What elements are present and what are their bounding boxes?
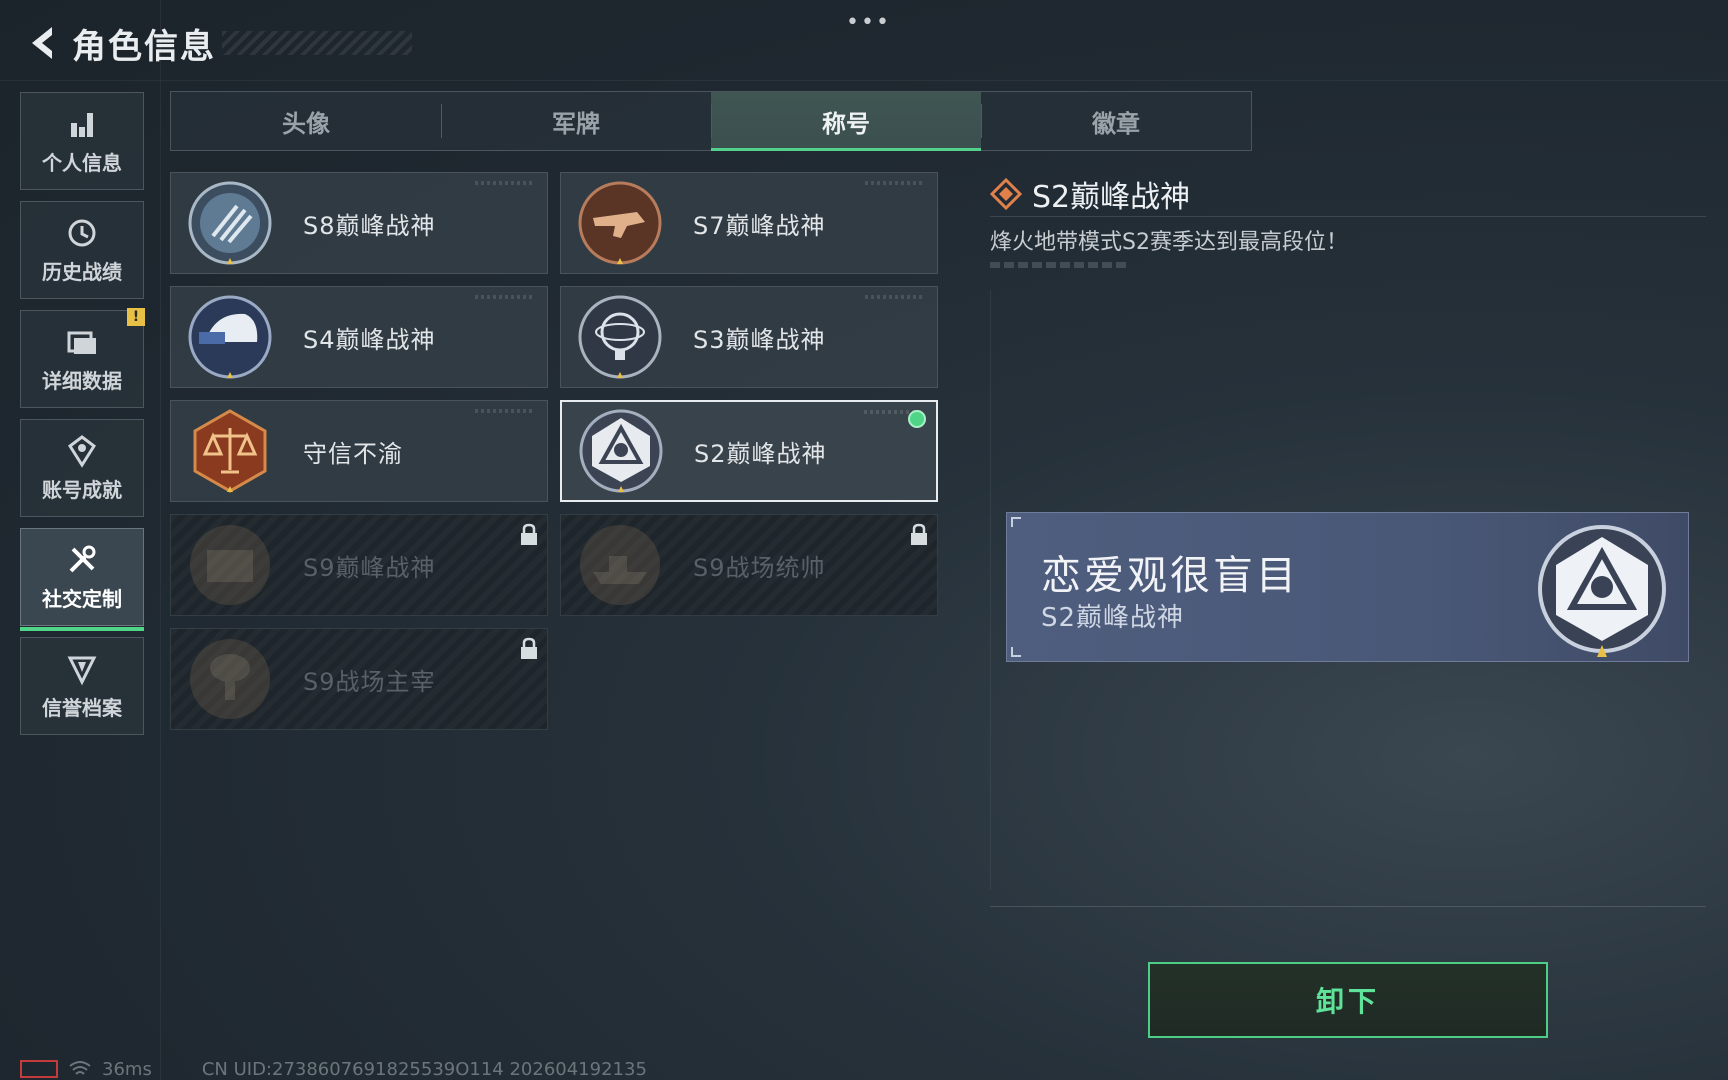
unequip-button[interactable]: 卸下 [1148, 962, 1548, 1038]
sidebar-item-label: 个人信息 [42, 150, 122, 175]
title-card[interactable]: 守信不渝 [170, 400, 548, 502]
tab-dog-tag[interactable]: 军牌 [441, 92, 711, 150]
title-card-locked[interactable]: S9战场统帅 [560, 514, 938, 616]
equipped-indicator [908, 410, 926, 428]
back-arrow-icon [32, 27, 52, 59]
history-icon [68, 219, 96, 246]
lock-icon [911, 523, 927, 545]
card-decoration [865, 181, 925, 185]
title-card[interactable]: S4巅峰战神 [170, 286, 548, 388]
sidebar-item-label: 社交定制 [42, 586, 122, 611]
warship-emblem-icon [580, 525, 660, 605]
category-tabs: 头像 军牌 称号 徽章 [170, 91, 1252, 151]
title-name: S3巅峰战神 [693, 325, 826, 354]
wifi-icon [69, 1061, 91, 1075]
sidebar-item-personal-info[interactable]: 个人信息 [20, 92, 144, 190]
title-card[interactable]: S8巅峰战神 [170, 172, 548, 274]
diamond-rank-icon [990, 178, 1022, 210]
sidebar-item-detailed-data[interactable]: 详细数据 ! [20, 308, 145, 408]
tools-icon [69, 545, 96, 572]
status-bar: 36ms CN UID:2738607691825539O114 2026041… [20, 1058, 647, 1080]
card-decoration [865, 295, 925, 299]
s8-emblem-icon [188, 181, 272, 265]
tab-badge[interactable]: 徽章 [981, 92, 1251, 150]
title-name: S7巅峰战神 [693, 211, 826, 240]
alert-badge: ! [127, 308, 145, 326]
title-name: 守信不渝 [303, 439, 403, 468]
title-name: S9巅峰战神 [303, 553, 436, 582]
title-card[interactable]: S7巅峰战神 [560, 172, 938, 274]
detail-description: 烽火地带模式S2赛季达到最高段位！ [990, 230, 1348, 255]
card-decoration [475, 181, 535, 185]
lock-icon [521, 523, 537, 545]
title-card-selected[interactable]: S2巅峰战神 [560, 400, 938, 502]
tab-title[interactable]: 称号 [711, 92, 981, 151]
preview-title: S2巅峰战神 [1041, 603, 1185, 633]
detail-title: S2巅峰战神 [1032, 180, 1191, 215]
uid-text: CN UID:2738607691825539O114 202604192135 [201, 1058, 647, 1080]
sidebar-item-label: 信誉档案 [42, 695, 122, 720]
detail-decoration [990, 262, 1126, 268]
network-status-icon [20, 1060, 58, 1078]
divider [990, 906, 1706, 907]
scales-emblem-icon [193, 409, 267, 493]
header: 角色信息 [20, 18, 412, 68]
title-card-locked[interactable]: S9巅峰战神 [170, 514, 548, 616]
title-name: S4巅峰战神 [303, 325, 436, 354]
s7-emblem-icon [578, 181, 662, 265]
ping-value: 36ms [102, 1058, 152, 1080]
player-name: 恋爱观很盲目 [1041, 553, 1299, 599]
card-decoration [475, 295, 535, 299]
back-button[interactable] [20, 21, 64, 65]
sidebar-item-achievements[interactable]: 账号成就 [20, 419, 144, 517]
grid-line [160, 0, 161, 1080]
s3-emblem-icon [578, 295, 662, 379]
title-name: S9战场主宰 [303, 667, 436, 696]
sidebar-item-label: 历史战绩 [42, 259, 122, 284]
title-card[interactable]: S3巅峰战神 [560, 286, 938, 388]
detail-header: S2巅峰战神 [990, 172, 1190, 216]
sidebar-item-credit[interactable]: 信誉档案 [20, 637, 144, 735]
s2-emblem-large-icon [1538, 525, 1666, 657]
credit-shield-icon [67, 656, 97, 685]
title-name: S8巅峰战神 [303, 211, 436, 240]
s2-emblem-icon [579, 409, 663, 493]
s4-emblem-icon [188, 295, 272, 379]
page-title: 角色信息 [72, 26, 216, 67]
tab-avatar[interactable]: 头像 [171, 92, 441, 150]
title-decoration [222, 31, 412, 55]
corner-mark [1011, 647, 1021, 657]
mushroom-cloud-emblem-icon [190, 639, 270, 719]
more-options-icon[interactable]: ••• [846, 10, 891, 35]
corner-mark [1011, 517, 1021, 527]
title-card-locked[interactable]: S9战场主宰 [170, 628, 548, 730]
s9-emblem-icon [190, 525, 270, 605]
divider [990, 216, 1706, 217]
achievement-icon [67, 434, 97, 468]
title-name: S9战场统帅 [693, 553, 826, 582]
folder-icon [67, 331, 96, 354]
sidebar-item-label: 详细数据 [42, 368, 122, 393]
lock-icon [521, 637, 537, 659]
sidebar: 个人信息 历史战绩 详细数据 ! 账号成就 社交定制 信誉档案 [20, 92, 145, 746]
card-decoration [475, 409, 535, 413]
title-name: S2巅峰战神 [694, 439, 827, 468]
bar-chart-icon [71, 112, 93, 137]
grid-line [0, 80, 1728, 81]
title-preview-card: 恋爱观很盲目 S2巅峰战神 [1006, 512, 1689, 662]
sidebar-item-social[interactable]: 社交定制 [20, 528, 144, 631]
sidebar-item-label: 账号成就 [42, 477, 122, 502]
sidebar-item-history[interactable]: 历史战绩 [20, 201, 144, 299]
unequip-label: 卸下 [1315, 985, 1380, 1018]
